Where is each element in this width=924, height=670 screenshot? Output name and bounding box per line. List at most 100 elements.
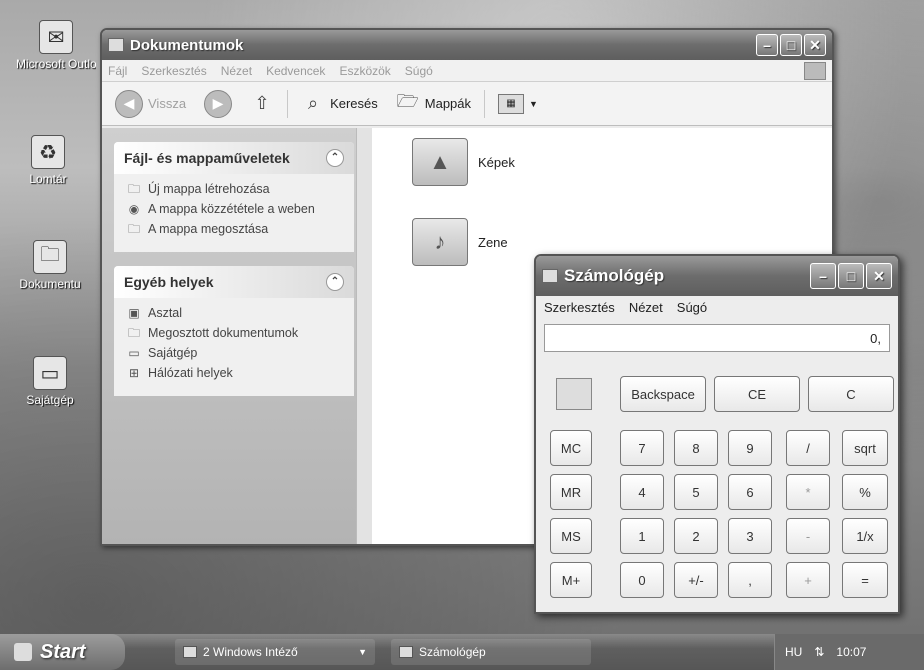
calculator-icon	[542, 269, 558, 283]
sign-toggle-button[interactable]: +/-	[674, 562, 718, 598]
folders-button[interactable]: 🗁 Mappák	[391, 90, 476, 118]
my-computer-icon: ▭	[128, 346, 140, 360]
desktop-icon-my-computer[interactable]: ▭ Sajátgép	[10, 356, 90, 407]
up-button[interactable]: ⇧	[245, 90, 279, 118]
taskbar: Start 2 Windows Intéző ▼ Számológép HU ⇅…	[0, 634, 924, 670]
search-button[interactable]: ⌕ Keresés	[296, 90, 383, 118]
back-button[interactable]: ◀ Vissza	[110, 87, 191, 121]
taskbar-item-label: Számológép	[419, 645, 486, 659]
menu-edit[interactable]: Szerkesztés	[141, 64, 206, 78]
sqrt-button[interactable]: sqrt	[842, 430, 888, 466]
menu-edit[interactable]: Szerkesztés	[544, 300, 615, 316]
mr-button[interactable]: MR	[550, 474, 592, 510]
ms-button[interactable]: MS	[550, 518, 592, 554]
task-share-folder[interactable]: 🗀 A mappa megosztása	[126, 222, 342, 236]
other-places-header[interactable]: Egyéb helyek ⌃	[114, 266, 354, 298]
decimal-button[interactable]: ,	[728, 562, 772, 598]
task-pane: Fájl- és mappaműveletek ⌃ 🗀 Új mappa lét…	[102, 128, 372, 544]
place-desktop[interactable]: ▣ Asztal	[126, 306, 342, 320]
desktop-icon-recycle-bin[interactable]: ♻ Lomtár	[8, 135, 88, 186]
key-0-button[interactable]: 0	[620, 562, 664, 598]
desktop-icon-outlook[interactable]: ✉ Microsoft Outlook	[16, 20, 96, 71]
menu-view[interactable]: Nézet	[629, 300, 663, 316]
chevron-down-icon: ▼	[358, 647, 367, 657]
key-8-button[interactable]: 8	[674, 430, 718, 466]
task-label: A mappa közzététele a weben	[148, 202, 315, 216]
calculator-window[interactable]: Számológép – □ ✕ Szerkesztés Nézet Súgó …	[534, 254, 900, 614]
taskbar-item-calculator[interactable]: Számológép	[391, 639, 591, 665]
ce-button[interactable]: CE	[714, 376, 800, 412]
key-6-button[interactable]: 6	[728, 474, 772, 510]
windows-flag-icon	[14, 643, 32, 661]
start-button[interactable]: Start	[0, 634, 125, 670]
search-icon: ⌕	[308, 93, 319, 113]
close-button[interactable]: ✕	[866, 263, 892, 289]
explorer-titlebar[interactable]: Dokumentumok – □ ✕	[102, 30, 832, 60]
file-folder-tasks-header[interactable]: Fájl- és mappaműveletek ⌃	[114, 142, 354, 174]
folder-label: Képek	[478, 154, 515, 170]
key-4-button[interactable]: 4	[620, 474, 664, 510]
equals-button[interactable]: =	[842, 562, 888, 598]
menu-view[interactable]: Nézet	[221, 64, 252, 78]
language-indicator[interactable]: HU	[785, 645, 802, 659]
forward-arrow-icon: ▶	[204, 89, 233, 118]
my-computer-icon: ▭	[33, 356, 67, 390]
forward-button[interactable]: ▶	[199, 87, 237, 121]
back-label: Vissza	[148, 96, 187, 111]
network-icon[interactable]: ⇅	[814, 645, 824, 659]
explorer-title: Dokumentumok	[130, 36, 244, 54]
maximize-button[interactable]: □	[780, 34, 802, 56]
calculator-menubar: Szerkesztés Nézet Súgó	[536, 296, 898, 320]
other-places-panel: Egyéb helyek ⌃ ▣ Asztal 🗀 Megosztott dok…	[114, 266, 354, 396]
taskbar-item-label: 2 Windows Intéző	[203, 645, 298, 659]
place-shared-documents[interactable]: 🗀 Megosztott dokumentumok	[126, 326, 342, 340]
key-7-button[interactable]: 7	[620, 430, 664, 466]
reciprocal-button[interactable]: 1/x	[842, 518, 888, 554]
collapse-icon[interactable]: ⌃	[326, 273, 344, 291]
task-publish-web[interactable]: ◉ A mappa közzététele a weben	[126, 202, 342, 216]
menu-file[interactable]: Fájl	[108, 64, 127, 78]
place-network[interactable]: ⊞ Hálózati helyek	[126, 366, 342, 380]
place-my-computer[interactable]: ▭ Sajátgép	[126, 346, 342, 360]
subtract-button[interactable]: -	[786, 518, 830, 554]
desktop-icon: ▣	[128, 306, 140, 320]
minimize-button[interactable]: –	[756, 34, 778, 56]
minimize-button[interactable]: –	[810, 263, 836, 289]
desktop-icon-documents[interactable]: 🗀 Dokumentu	[10, 240, 90, 291]
multiply-button[interactable]: *	[786, 474, 830, 510]
divide-button[interactable]: /	[786, 430, 830, 466]
calculator-titlebar[interactable]: Számológép – □ ✕	[536, 256, 898, 296]
menu-favorites[interactable]: Kedvencek	[266, 64, 325, 78]
m-plus-button[interactable]: M+	[550, 562, 592, 598]
memory-indicator	[556, 378, 592, 410]
views-button[interactable]: ▦ ▼	[493, 91, 543, 117]
c-button[interactable]: C	[808, 376, 894, 412]
explorer-toolbar: ◀ Vissza ▶ ⇧ ⌕ Keresés 🗁 Mappák ▦ ▼	[102, 82, 832, 126]
backspace-button[interactable]: Backspace	[620, 376, 706, 412]
folders-icon: 🗁	[396, 90, 419, 111]
key-2-button[interactable]: 2	[674, 518, 718, 554]
calculator-title: Számológép	[564, 266, 665, 285]
mc-button[interactable]: MC	[550, 430, 592, 466]
clock[interactable]: 10:07	[836, 645, 866, 659]
percent-button[interactable]: %	[842, 474, 888, 510]
collapse-icon[interactable]: ⌃	[326, 149, 344, 167]
task-pane-scrollbar[interactable]	[356, 128, 372, 544]
close-button[interactable]: ✕	[804, 34, 826, 56]
menu-help[interactable]: Súgó	[405, 64, 433, 78]
task-new-folder[interactable]: 🗀 Új mappa létrehozása	[126, 182, 342, 196]
key-3-button[interactable]: 3	[728, 518, 772, 554]
menu-help[interactable]: Súgó	[677, 300, 707, 316]
maximize-button[interactable]: □	[838, 263, 864, 289]
key-5-button[interactable]: 5	[674, 474, 718, 510]
add-button[interactable]: +	[786, 562, 830, 598]
folder-item-zene[interactable]: ♪ Zene	[412, 218, 508, 266]
folder-item-kepek[interactable]: ▲ Képek	[412, 138, 515, 186]
menu-tools[interactable]: Eszközök	[339, 64, 390, 78]
folder-label: Zene	[478, 234, 508, 250]
key-1-button[interactable]: 1	[620, 518, 664, 554]
key-9-button[interactable]: 9	[728, 430, 772, 466]
taskbar-item-explorer[interactable]: 2 Windows Intéző ▼	[175, 639, 375, 665]
network-icon: ⊞	[128, 366, 140, 380]
pictures-folder-icon: ▲	[412, 138, 468, 186]
